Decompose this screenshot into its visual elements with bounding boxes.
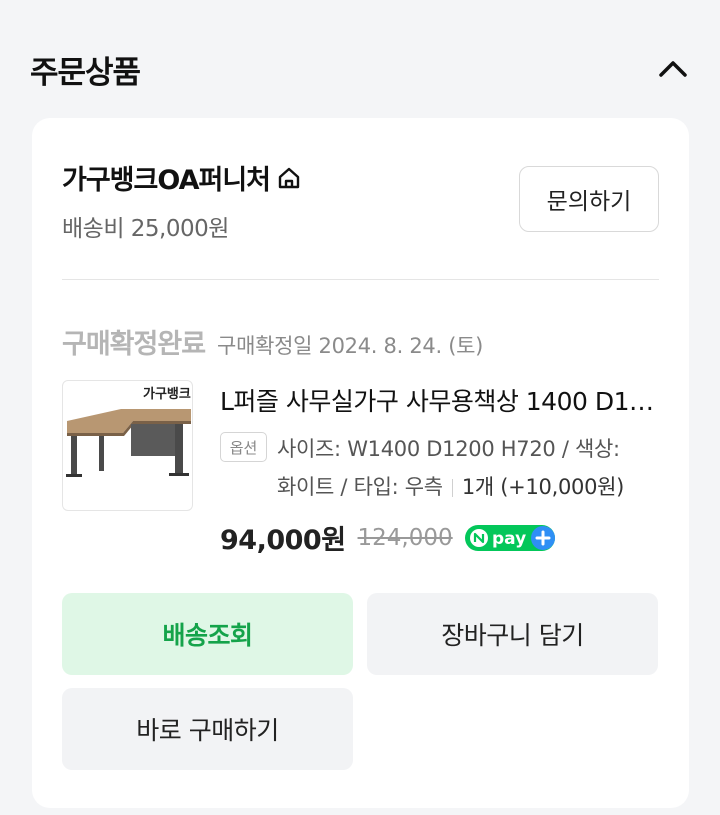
option-line-2: 화이트 / 타입: 우측 xyxy=(277,475,443,499)
original-price: 124,000 xyxy=(357,524,453,551)
quantity: 1개 (+10,000원) xyxy=(461,475,625,499)
order-status-row: 구매확정완료 구매확정일 2024. 8. 24. (토) xyxy=(62,322,483,361)
product-info: L퍼즐 사무실가구 사무용책상 1400 D1200 H720 옵션 사이즈: … xyxy=(220,382,659,557)
status-label: 구매확정완료 xyxy=(62,329,206,360)
price-row: 94,000원 124,000 pay xyxy=(220,518,659,557)
npay-label: pay xyxy=(492,529,526,549)
section-title: 주문상품 xyxy=(30,54,141,91)
order-products-header: 주문상품 xyxy=(30,44,690,94)
option-line-1: 사이즈: W1400 D1200 H720 / 색상: xyxy=(277,437,620,461)
status-date: 구매확정일 2024. 8. 24. (토) xyxy=(217,334,484,358)
order-card: 가구뱅크OA퍼니처 배송비 25,000원 문의하기 구매확정완료 구매확정일 … xyxy=(32,118,689,808)
add-to-cart-button[interactable]: 장바구니 담기 xyxy=(367,593,658,675)
thumbnail-brand-text: 가구뱅크 xyxy=(143,387,191,402)
npay-plus-icon: pay xyxy=(464,524,555,551)
product-thumbnail[interactable]: 가구뱅크 xyxy=(62,380,193,511)
chevron-up-icon xyxy=(659,61,687,77)
store-name[interactable]: 가구뱅크OA퍼니처 xyxy=(62,158,271,197)
buy-now-button[interactable]: 바로 구매하기 xyxy=(62,688,353,770)
product-name[interactable]: L퍼즐 사무실가구 사무용책상 1400 D1200 H720 xyxy=(220,382,659,418)
home-icon[interactable] xyxy=(276,165,302,191)
collapse-button[interactable] xyxy=(656,52,690,86)
inquiry-button[interactable]: 문의하기 xyxy=(519,166,659,232)
track-delivery-button[interactable]: 배송조회 xyxy=(62,593,353,675)
store-info: 가구뱅크OA퍼니처 배송비 25,000원 문의하기 xyxy=(62,158,659,242)
sale-price: 94,000원 xyxy=(220,525,346,556)
npay-plus-badge: pay xyxy=(464,524,557,552)
option-line-2-row: 화이트 / 타입: 우측 1개 (+10,000원) xyxy=(277,468,659,506)
separator xyxy=(451,479,453,497)
option-badge: 옵션 xyxy=(220,432,267,462)
divider xyxy=(62,279,659,280)
product-options: 옵션 사이즈: W1400 D1200 H720 / 색상: 화이트 / 타입:… xyxy=(220,430,659,506)
